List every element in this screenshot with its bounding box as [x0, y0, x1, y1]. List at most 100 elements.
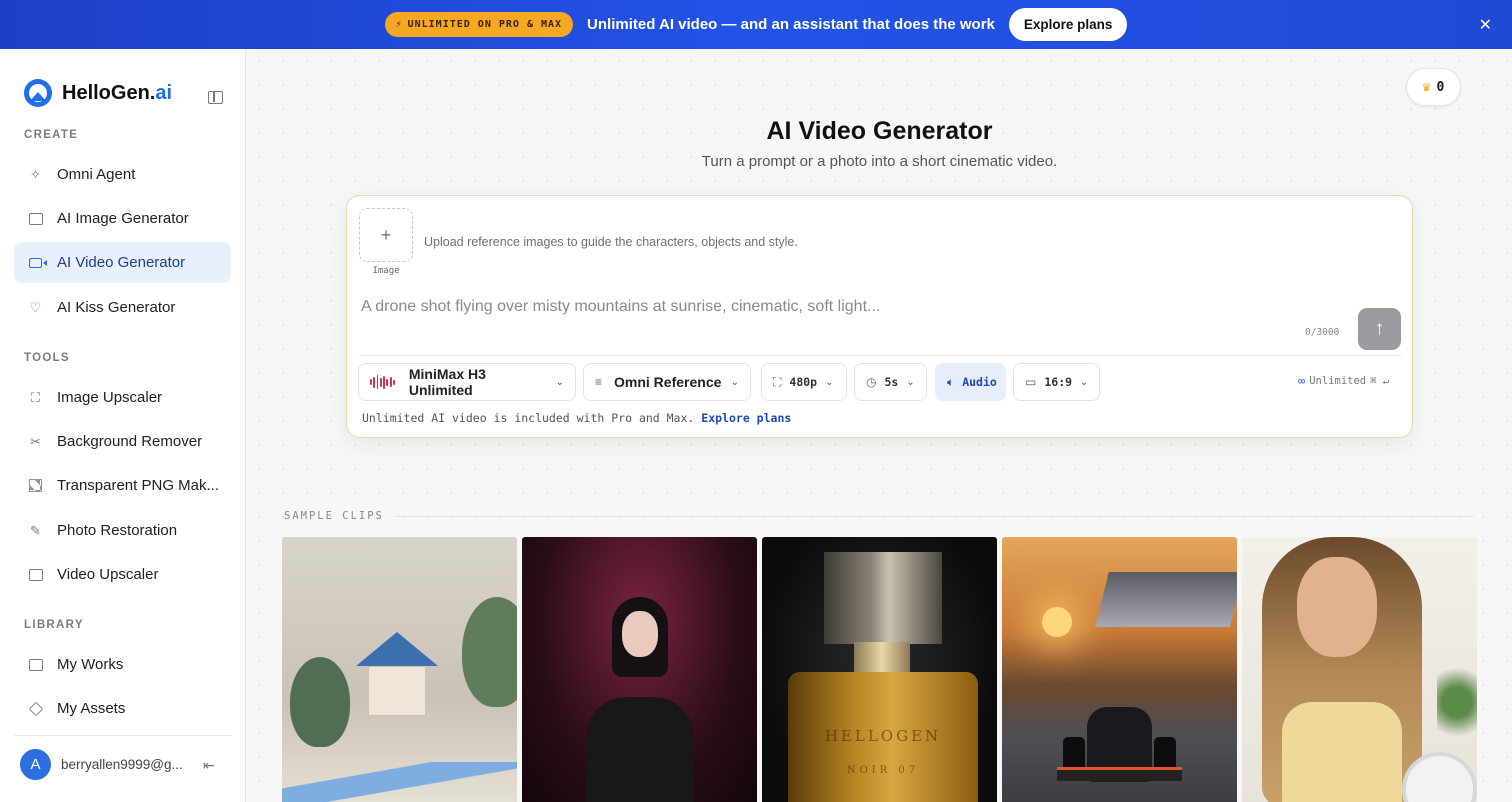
model-select[interactable]: MiniMax H3 Unlimited ⌄	[358, 363, 576, 401]
lines-icon: ≡	[595, 375, 603, 389]
sidebar-item-image-upscaler[interactable]: ⛶ Image Upscaler	[14, 377, 231, 418]
bottle-brand-text: HELLOGEN	[824, 727, 942, 745]
duration-select[interactable]: ◷ 5s ⌄	[854, 363, 927, 401]
main-content: ♛ 0 AI Video Generator Turn a prompt or …	[247, 49, 1512, 802]
waveform-icon	[370, 375, 395, 389]
plus-icon: +	[380, 224, 392, 245]
arrow-up-icon: ↑	[1374, 318, 1385, 339]
composer-divider	[359, 355, 1402, 356]
sidebar-item-photo-restoration[interactable]: ✎ Photo Restoration	[14, 510, 231, 551]
resolution-value: 480p	[789, 375, 818, 389]
logout-icon[interactable]: ⇤	[203, 757, 215, 774]
sidebar-item-label: AI Image Generator	[57, 210, 189, 227]
sidebar: HelloGen.ai CREATE ✧ Omni Agent AI Image…	[0, 49, 246, 802]
cube-icon	[28, 701, 43, 716]
char-count: 0/3000	[1305, 327, 1340, 338]
prompt-composer: + Image Upload reference images to guide…	[346, 195, 1413, 438]
composer-footnote: Unlimited AI video is included with Pro …	[362, 411, 792, 425]
page-subtitle: Turn a prompt or a photo into a short ci…	[701, 153, 1058, 170]
infinity-icon: ∞	[1298, 374, 1306, 388]
mode-select[interactable]: ≡ Omni Reference ⌄	[583, 363, 751, 401]
expand-icon: ⛶	[773, 374, 782, 389]
prompt-input[interactable]	[361, 294, 1321, 320]
sidebar-item-my-works[interactable]: My Works	[14, 644, 231, 685]
chevron-down-icon: ⌄	[1080, 376, 1089, 388]
explore-plans-link[interactable]: Explore plans	[701, 411, 791, 425]
sidebar-item-label: Transparent PNG Mak...	[57, 477, 219, 494]
sidebar-item-label: My Assets	[57, 700, 126, 717]
audio-toggle[interactable]: 🔈︎ Audio	[935, 363, 1006, 401]
sidebar-item-label: AI Kiss Generator	[57, 299, 176, 316]
chevron-down-icon: ⌄	[730, 376, 739, 388]
sidebar-item-label: Video Upscaler	[57, 566, 159, 583]
sidebar-item-transparent-png-maker[interactable]: Transparent PNG Mak...	[14, 465, 231, 506]
page-title: AI Video Generator	[766, 117, 993, 145]
user-profile[interactable]: A berryallen9999@g...	[20, 749, 183, 780]
upload-image-label: Image	[372, 266, 400, 276]
sidebar-item-label: AI Video Generator	[57, 254, 186, 271]
banner-text: Unlimited AI video — and an assistant th…	[587, 16, 995, 33]
explore-plans-button[interactable]: Explore plans	[1008, 8, 1128, 41]
sample-clip-perfume[interactable]: HELLOGEN NOIR 07	[762, 537, 997, 802]
sample-clip-paper-house[interactable]	[282, 537, 517, 802]
sidebar-item-my-assets[interactable]: My Assets	[14, 688, 231, 729]
clock-icon: ◷	[866, 375, 877, 389]
video-icon	[28, 255, 47, 270]
avatar: A	[20, 749, 51, 780]
generate-button[interactable]: ↑	[1358, 308, 1401, 350]
audio-label: Audio	[962, 375, 997, 389]
video-upscale-icon	[28, 567, 43, 582]
crown-icon: ♛	[1422, 79, 1431, 95]
sample-clip-portrait[interactable]	[522, 537, 757, 802]
duration-value: 5s	[884, 375, 899, 389]
sidebar-item-label: Omni Agent	[57, 166, 136, 183]
sidebar-item-label: Background Remover	[57, 433, 203, 450]
sparkle-icon: ✧	[30, 166, 41, 182]
promo-pill-label: UNLIMITED ON PRO & MAX	[407, 19, 563, 30]
sidebar-item-ai-kiss-generator[interactable]: ♡ AI Kiss Generator	[14, 287, 231, 328]
sidebar-item-ai-video-generator[interactable]: AI Video Generator	[14, 242, 231, 283]
sample-clip-race-car[interactable]	[1002, 537, 1237, 802]
heart-icon: ♡	[29, 299, 42, 315]
sidebar-item-background-remover[interactable]: ✂ Background Remover	[14, 421, 231, 462]
checker-icon	[28, 478, 43, 493]
mode-select-value: Omni Reference	[614, 374, 722, 390]
chevron-down-icon: ⌄	[555, 376, 564, 388]
promo-pill: ⚡ UNLIMITED ON PRO & MAX	[384, 12, 574, 37]
unlimited-label: Unlimited	[1309, 375, 1367, 387]
sidebar-item-video-upscaler[interactable]: Video Upscaler	[14, 554, 231, 595]
speaker-icon: 🔈︎	[947, 374, 955, 389]
sample-clip-woman[interactable]	[1242, 537, 1477, 802]
section-label-tools: TOOLS	[24, 352, 70, 364]
close-icon[interactable]: ✕	[1479, 15, 1492, 35]
upload-image-button[interactable]: +	[359, 208, 413, 262]
upload-hint: Upload reference images to guide the cha…	[424, 235, 798, 249]
chevron-down-icon: ⌄	[906, 376, 915, 388]
sidebar-item-omni-agent[interactable]: ✧ Omni Agent	[14, 154, 231, 195]
sidebar-item-label: Image Upscaler	[57, 389, 163, 406]
sidebar-toggle-icon[interactable]	[208, 91, 223, 104]
promo-banner: ⚡ UNLIMITED ON PRO & MAX Unlimited AI vi…	[0, 0, 1512, 49]
bottle-sub-text: NOIR 07	[846, 765, 920, 776]
screen-icon: ▭	[1025, 375, 1037, 389]
sidebar-divider	[14, 735, 231, 736]
logo-icon	[24, 79, 52, 107]
model-select-value: MiniMax H3 Unlimited	[408, 366, 486, 398]
section-label-create: CREATE	[24, 129, 79, 141]
sidebar-item-ai-image-generator[interactable]: AI Image Generator	[14, 198, 231, 239]
expand-icon: ⛶	[30, 389, 41, 405]
shortcut-hint: ⌘ ↵	[1370, 375, 1390, 387]
sample-clips-label: SAMPLE CLIPS	[284, 510, 384, 522]
brand-name: HelloGen.ai	[62, 81, 173, 104]
aspect-ratio-select[interactable]: ▭ 16:9 ⌄	[1013, 363, 1100, 401]
credits-badge[interactable]: ♛ 0	[1406, 68, 1461, 106]
sample-clips-divider	[395, 516, 1475, 517]
bolt-icon: ⚡	[395, 19, 403, 30]
brand[interactable]: HelloGen.ai	[24, 79, 172, 107]
aspect-ratio-value: 16:9	[1044, 375, 1073, 389]
image-icon	[28, 657, 43, 672]
credits-count: 0	[1436, 79, 1445, 95]
pencil-icon: ✎	[30, 522, 41, 538]
user-email: berryallen9999@g...	[61, 757, 183, 772]
resolution-select[interactable]: ⛶ 480p ⌄	[761, 363, 847, 401]
